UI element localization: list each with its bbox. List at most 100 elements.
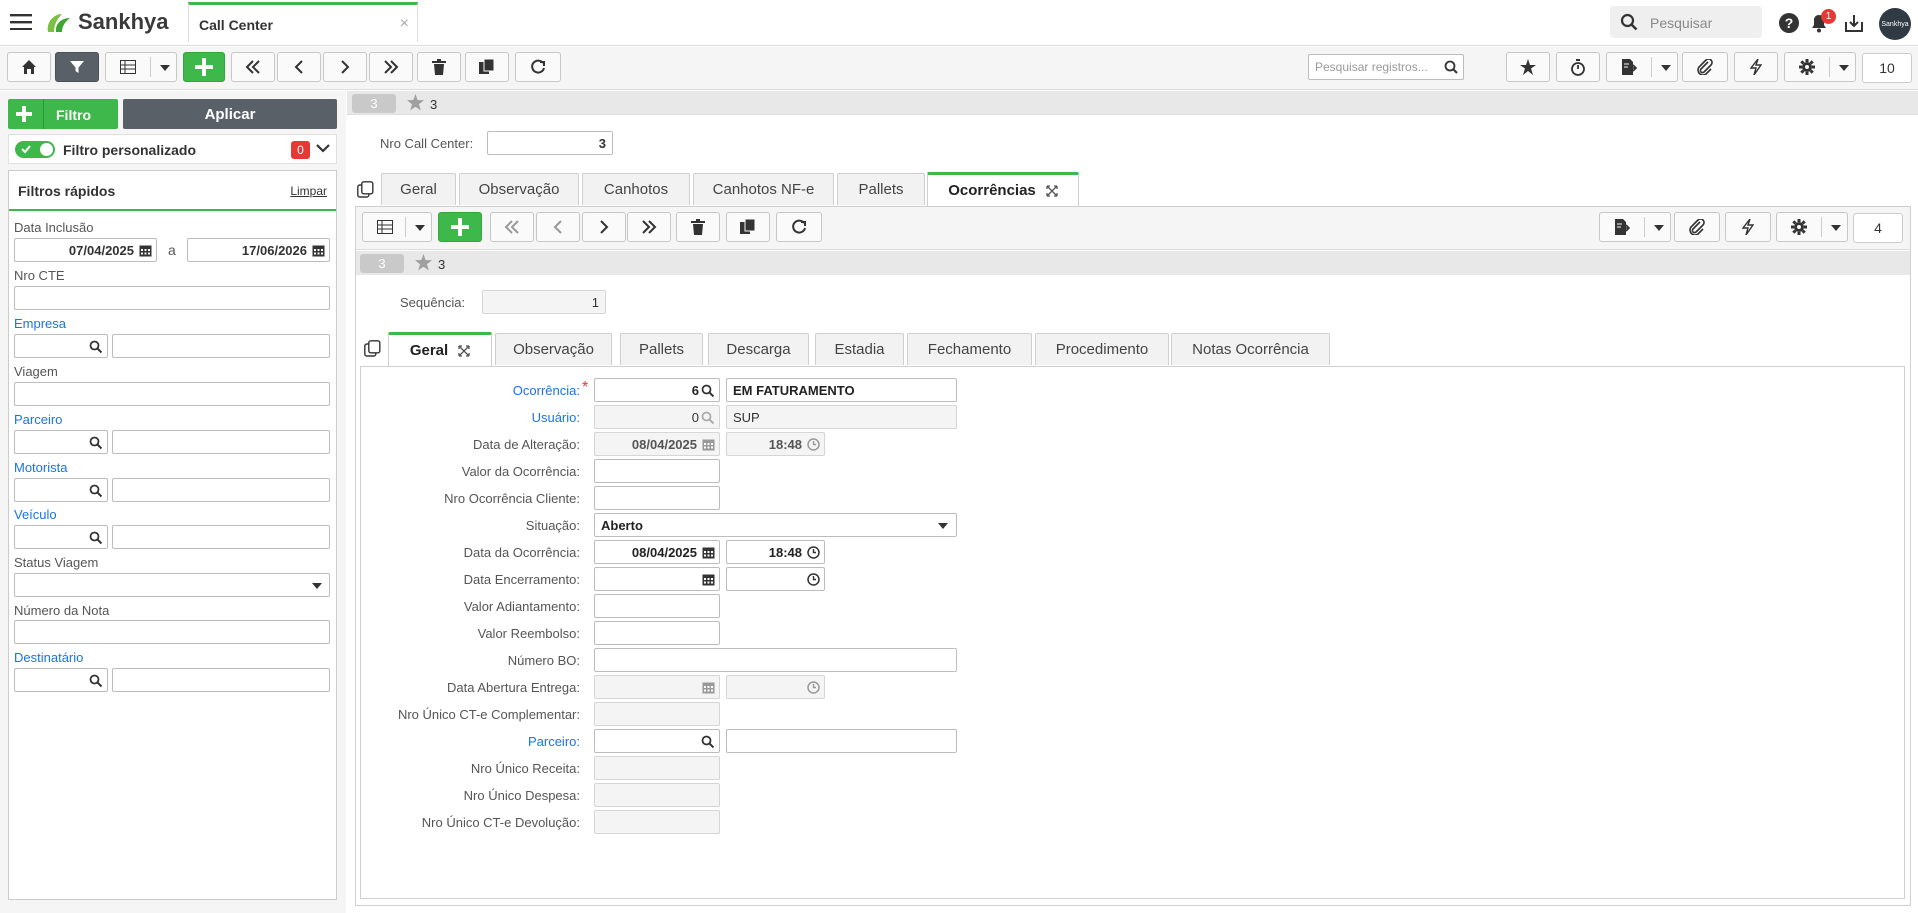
- star-icon[interactable]: [415, 254, 432, 271]
- sub-next-button[interactable]: [582, 212, 626, 242]
- empresa-desc-input[interactable]: [112, 334, 330, 358]
- subtab-procedimento[interactable]: Procedimento: [1035, 333, 1169, 365]
- data-ocorrencia-date-input[interactable]: 08/04/2025: [594, 540, 720, 564]
- date-to-input[interactable]: 17/06/2026: [187, 238, 330, 262]
- empresa-label[interactable]: Empresa: [14, 316, 66, 331]
- status-viagem-select[interactable]: [14, 573, 330, 597]
- parceiro-filter-label[interactable]: Parceiro: [14, 412, 62, 427]
- tab-canhotos-nfe[interactable]: Canhotos NF-e: [693, 173, 834, 205]
- calendar-icon[interactable]: [312, 244, 325, 257]
- veiculo-code-input[interactable]: [14, 525, 108, 549]
- valor-adiantamento-input[interactable]: [594, 594, 720, 618]
- expand-icon[interactable]: [1046, 184, 1058, 197]
- search-icon[interactable]: [89, 436, 102, 449]
- download-icon[interactable]: [1843, 12, 1865, 34]
- custom-filter-toggle[interactable]: [15, 141, 55, 158]
- motorista-code-input[interactable]: [14, 478, 108, 502]
- prev-record-button[interactable]: [277, 52, 321, 82]
- favorite-button[interactable]: [1506, 52, 1550, 82]
- parceiro-code-input[interactable]: [14, 430, 108, 454]
- subtab-estadia[interactable]: Estadia: [815, 333, 904, 365]
- detach-tabs-icon[interactable]: [357, 181, 374, 198]
- sub-duplicate-button[interactable]: [726, 212, 770, 242]
- parceiro-desc-input[interactable]: [112, 430, 330, 454]
- valor-reembolso-input[interactable]: [594, 621, 720, 645]
- data-encerramento-date-input[interactable]: [594, 567, 720, 591]
- attachment-button[interactable]: [1682, 52, 1728, 82]
- delete-button[interactable]: [417, 52, 461, 82]
- calendar-icon[interactable]: [702, 546, 715, 559]
- expand-icon[interactable]: [458, 344, 470, 357]
- subtab-descarga[interactable]: Descarga: [708, 333, 809, 365]
- destinatario-code-input[interactable]: [14, 668, 108, 692]
- user-avatar[interactable]: Sankhya: [1879, 8, 1911, 40]
- filter-toggle-button[interactable]: [55, 52, 99, 82]
- subtab-notas-ocorrencia[interactable]: Notas Ocorrência: [1171, 333, 1330, 365]
- empresa-code-input[interactable]: [14, 334, 108, 358]
- calendar-icon[interactable]: [702, 573, 715, 586]
- search-icon[interactable]: [89, 674, 102, 687]
- nro-call-center-input[interactable]: 3: [487, 131, 613, 155]
- add-record-button[interactable]: [183, 52, 225, 82]
- subtab-geral[interactable]: Geral: [388, 332, 492, 366]
- nro-cte-input[interactable]: [14, 286, 330, 310]
- numero-nota-input[interactable]: [14, 620, 330, 644]
- tab-pallets[interactable]: Pallets: [837, 173, 925, 205]
- search-icon[interactable]: [89, 484, 102, 497]
- ocorrencia-code-input[interactable]: 6: [594, 378, 720, 402]
- tab-canhotos[interactable]: Canhotos: [582, 173, 690, 205]
- global-search[interactable]: Pesquisar: [1610, 6, 1762, 38]
- search-icon[interactable]: [701, 384, 714, 397]
- clear-filters-link[interactable]: Limpar: [290, 184, 327, 198]
- refresh-button[interactable]: [515, 52, 561, 82]
- subtab-fechamento[interactable]: Fechamento: [907, 333, 1032, 365]
- export-button[interactable]: [1606, 52, 1678, 82]
- actions-button[interactable]: [1734, 52, 1778, 82]
- calendar-icon[interactable]: [139, 244, 152, 257]
- sub-last-button[interactable]: [627, 212, 671, 242]
- parceiro-label[interactable]: Parceiro:: [380, 734, 580, 749]
- sub-settings-button[interactable]: [1776, 212, 1848, 242]
- detach-tabs-icon[interactable]: [364, 340, 381, 357]
- nro-ocorrencia-cliente-input[interactable]: [594, 486, 720, 510]
- hamburger-menu-icon[interactable]: [10, 14, 32, 30]
- tab-observacao[interactable]: Observação: [459, 173, 579, 205]
- last-record-button[interactable]: [369, 52, 413, 82]
- apply-filter-button[interactable]: Aplicar: [123, 99, 337, 129]
- settings-button[interactable]: [1784, 52, 1856, 82]
- viagem-input[interactable]: [14, 382, 330, 406]
- sub-refresh-button[interactable]: [776, 212, 822, 242]
- chevron-down-icon[interactable]: [316, 144, 330, 154]
- clock-icon[interactable]: [807, 546, 820, 559]
- situacao-select[interactable]: Aberto: [594, 513, 957, 537]
- search-icon[interactable]: [701, 735, 714, 748]
- parceiro-code-form-input[interactable]: [594, 729, 720, 753]
- motorista-desc-input[interactable]: [112, 478, 330, 502]
- sub-delete-button[interactable]: [676, 212, 720, 242]
- add-filter-button[interactable]: Filtro: [8, 99, 118, 129]
- usuario-label[interactable]: Usuário:: [430, 410, 580, 425]
- subtab-observacao[interactable]: Observação: [495, 333, 612, 365]
- veiculo-desc-input[interactable]: [112, 525, 330, 549]
- page-size-field[interactable]: 10: [1862, 53, 1912, 83]
- close-tab-icon[interactable]: ×: [400, 15, 409, 33]
- ocorrencia-label[interactable]: Ocorrência:: [430, 383, 580, 398]
- sub-grid-view-button[interactable]: [362, 212, 432, 242]
- first-record-button[interactable]: [231, 52, 275, 82]
- clock-icon[interactable]: [807, 573, 820, 586]
- star-icon[interactable]: [407, 94, 424, 111]
- grid-view-button[interactable]: [105, 52, 177, 82]
- duplicate-button[interactable]: [465, 52, 509, 82]
- valor-ocorrencia-input[interactable]: [594, 459, 720, 483]
- parceiro-desc-form-input[interactable]: [726, 729, 957, 753]
- home-button[interactable]: [7, 52, 51, 82]
- sub-page-size-field[interactable]: 4: [1853, 213, 1903, 243]
- tab-ocorrencias[interactable]: Ocorrências: [927, 172, 1079, 206]
- motorista-label[interactable]: Motorista: [14, 460, 67, 475]
- sub-add-button[interactable]: [438, 212, 482, 242]
- timer-button[interactable]: [1556, 52, 1600, 82]
- search-records-input[interactable]: Pesquisar registros...: [1308, 54, 1464, 80]
- sub-attachment-button[interactable]: [1674, 212, 1720, 242]
- search-icon[interactable]: [89, 340, 102, 353]
- veiculo-label[interactable]: Veículo: [14, 507, 57, 522]
